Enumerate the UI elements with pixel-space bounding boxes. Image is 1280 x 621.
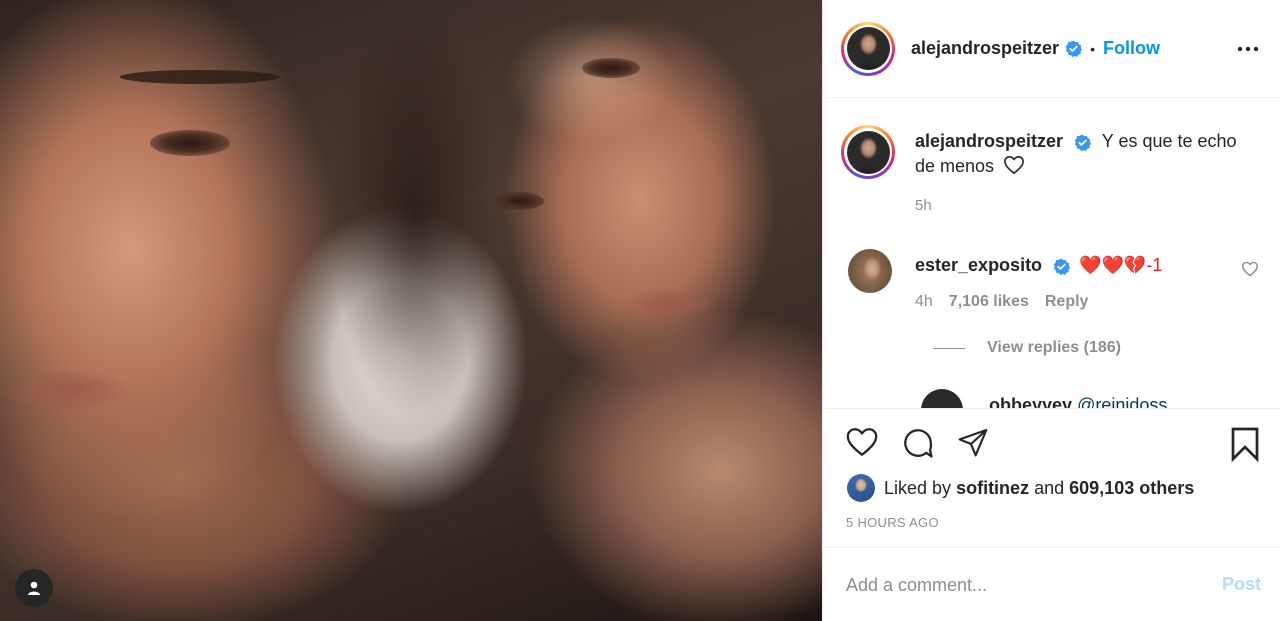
- caption-text-block: alejandrospeitzer Y es que te echo de me…: [915, 129, 1245, 179]
- photo-eye: [494, 192, 544, 210]
- post-header: alejandrospeitzer • Follow: [823, 0, 1280, 98]
- header-separator: •: [1090, 40, 1095, 57]
- post-photo[interactable]: [0, 0, 822, 621]
- comment-reply-button[interactable]: Reply: [1045, 293, 1089, 311]
- liker-username[interactable]: sofitinez: [956, 478, 1029, 499]
- heart-icon[interactable]: [845, 426, 879, 458]
- reply-username[interactable]: obbeyyey: [989, 395, 1072, 408]
- more-options-icon[interactable]: [1237, 38, 1259, 60]
- add-comment-input[interactable]: [846, 570, 1186, 600]
- photo-lips: [625, 288, 715, 320]
- author-avatar[interactable]: [841, 21, 895, 76]
- photo-brow: [120, 70, 280, 84]
- view-replies-label: View replies (186): [987, 339, 1121, 356]
- author-avatar-image: [846, 27, 890, 70]
- photo-hair-shadow: [330, 0, 500, 420]
- partial-reply: obbeyyey @reinidoss: [921, 389, 1221, 408]
- likes-and: and: [1034, 477, 1065, 498]
- post-comment-button[interactable]: Post: [1222, 574, 1261, 595]
- commenter-avatar[interactable]: [848, 249, 892, 293]
- comments-list[interactable]: alejandrospeitzer Y es que te echo de me…: [823, 99, 1280, 409]
- comment-body: ester_exposito ❤️❤️💔-1: [915, 253, 1215, 278]
- bookmark-icon[interactable]: [1229, 426, 1261, 462]
- photo-eye: [582, 58, 640, 78]
- comment-icon[interactable]: [901, 426, 935, 460]
- follow-button[interactable]: Follow: [1103, 38, 1160, 59]
- view-replies-line: [933, 347, 965, 349]
- action-bar: [823, 410, 1280, 476]
- share-icon[interactable]: [956, 426, 990, 458]
- comment-text: ❤️❤️💔-1: [1079, 255, 1163, 275]
- reply-mention[interactable]: @reinidoss: [1077, 395, 1167, 408]
- reply-avatar[interactable]: [921, 389, 963, 408]
- verified-badge-icon: [1053, 258, 1071, 275]
- photo-eye: [150, 130, 230, 156]
- post-side-panel: alejandrospeitzer • Follow alejandrospei…: [822, 0, 1280, 621]
- small-heart-icon[interactable]: [1241, 261, 1259, 277]
- view-replies-button[interactable]: View replies (186): [933, 339, 1121, 357]
- liker-avatar[interactable]: [847, 474, 875, 502]
- commenter-username[interactable]: ester_exposito: [915, 255, 1042, 275]
- comment-likes[interactable]: 7,106 likes: [949, 293, 1029, 311]
- caption-time: 5h: [915, 197, 932, 214]
- caption-username[interactable]: alejandrospeitzer: [915, 131, 1063, 151]
- photo-lips: [0, 370, 130, 410]
- caption-author-avatar-image: [846, 130, 890, 174]
- author-username[interactable]: alejandrospeitzer: [911, 38, 1059, 59]
- user-tag-button[interactable]: [15, 569, 53, 607]
- verified-badge-icon: [1065, 40, 1083, 57]
- add-comment-bar: Post: [823, 547, 1280, 621]
- post-timestamp[interactable]: 5 HOURS AGO: [846, 515, 939, 530]
- likes-summary: Liked by sofitinez and 609,103 others: [847, 474, 1194, 502]
- user-tag-icon: [28, 581, 40, 595]
- comment-meta: 4h 7,106 likes Reply: [915, 293, 1088, 311]
- white-heart-emoji-icon: [1004, 156, 1024, 174]
- reply-text: obbeyyey @reinidoss: [989, 395, 1167, 408]
- likes-others-count[interactable]: 609,103 others: [1069, 478, 1194, 499]
- caption-author-avatar[interactable]: [841, 125, 895, 179]
- comment-time[interactable]: 4h: [915, 293, 933, 311]
- verified-badge-icon: [1074, 134, 1092, 151]
- likes-prefix: Liked by: [884, 477, 952, 498]
